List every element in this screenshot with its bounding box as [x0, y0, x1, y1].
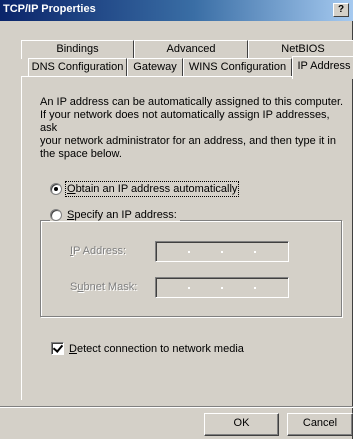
ip-description: An IP address can be automatically assig…	[40, 96, 344, 160]
specify-ip-option[interactable]: Specify an IP address:	[50, 209, 180, 221]
specify-ip-label: Specify an IP address:	[67, 209, 177, 221]
tab-gateway[interactable]: Gateway	[127, 58, 183, 77]
specify-ip-radio[interactable]	[50, 209, 62, 221]
title-bar[interactable]: TCP/IP Properties ?	[0, 0, 353, 21]
detect-media-label: Detect connection to network media	[69, 342, 244, 355]
help-button[interactable]: ?	[333, 3, 349, 17]
obtain-ip-option[interactable]: Obtain an IP address automatically	[50, 181, 240, 197]
detect-media-option[interactable]: Detect connection to network media	[51, 342, 244, 355]
tab-ip-address[interactable]: IP Address	[292, 56, 353, 79]
obtain-ip-label: Obtain an IP address automatically	[64, 181, 240, 197]
tab-advanced[interactable]: Advanced	[134, 40, 248, 59]
obtain-ip-radio[interactable]	[50, 183, 62, 195]
tcpip-properties-dialog: TCP/IP Properties ? Bindings Advanced Ne…	[0, 0, 353, 439]
ip-address-field[interactable]	[155, 241, 289, 262]
tab-dns-configuration[interactable]: DNS Configuration	[28, 58, 127, 77]
specify-ip-groupbox	[40, 220, 342, 317]
window-title: TCP/IP Properties	[3, 3, 96, 15]
cancel-button[interactable]: Cancel	[287, 413, 353, 436]
button-separator	[0, 406, 353, 408]
subnet-mask-field[interactable]	[155, 277, 289, 298]
detect-media-checkbox[interactable]	[51, 342, 64, 355]
tab-wins-configuration[interactable]: WINS Configuration	[183, 58, 292, 77]
subnet-mask-label: Subnet Mask:	[70, 281, 138, 293]
tab-bindings[interactable]: Bindings	[21, 40, 134, 59]
ok-button[interactable]: OK	[204, 413, 279, 436]
ip-address-label: IP Address:	[70, 245, 127, 257]
